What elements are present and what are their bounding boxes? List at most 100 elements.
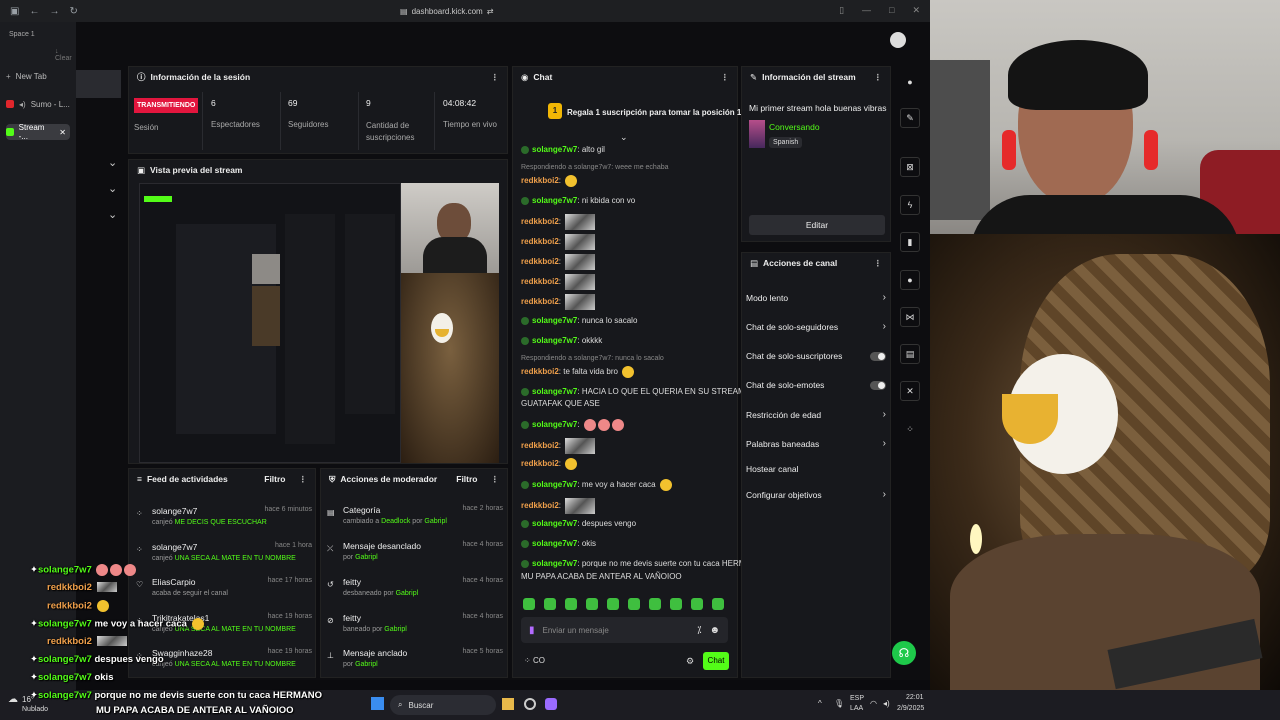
avatar[interactable] [890, 32, 906, 48]
clock-date[interactable]: 2/9/2025 [897, 705, 924, 712]
chevron-down-icon[interactable]: ⌄ [108, 156, 117, 169]
emote-icon [544, 598, 556, 610]
mod-actions-panel: ⛨ Acciones de moderador Filtro ⋮ [320, 468, 508, 678]
goals-action[interactable]: Configurar objetivos › [746, 489, 886, 500]
emoji-icon[interactable]: ☻ [709, 625, 720, 636]
app-icon[interactable] [524, 698, 536, 710]
extensions-icon[interactable]: ▯ [839, 5, 844, 16]
emotes-only-action[interactable]: Chat de solo-emotes [746, 380, 886, 390]
lang-bottom[interactable]: LAA [850, 705, 863, 712]
forward-icon[interactable]: → [49, 6, 59, 17]
chevron-down-icon[interactable]: ⌄ [108, 182, 117, 195]
maximize-icon[interactable]: □ [889, 5, 894, 16]
extensions-icon[interactable]: ⁘ [900, 419, 920, 439]
list-item: ⊥ Mensaje anclado por Gabripl hace 5 hor… [327, 648, 503, 668]
chat-message-continued: GUATAFAK QUE ASE [521, 399, 600, 408]
tray-expand-icon[interactable]: ^ [818, 699, 822, 708]
ban-tool-icon[interactable]: ⊠ [900, 157, 920, 177]
sidebar-toggle-icon[interactable]: ▣ [10, 6, 19, 17]
windows-start-icon[interactable] [371, 697, 384, 710]
tools-icon[interactable]: ✕ [900, 381, 920, 401]
channel-points[interactable]: ⁘ CO [524, 656, 545, 665]
category-name[interactable]: Conversando [769, 122, 820, 132]
badge-icon [521, 196, 529, 205]
chat-message: redkkboi2: [521, 274, 596, 290]
close-window-icon[interactable]: ✕ [912, 5, 920, 16]
emote-icon [565, 598, 577, 610]
unban-icon: ↺ [327, 580, 334, 589]
list-item: ⁘ solange7w7 canjeó UNA SECA AL MATE EN … [136, 542, 312, 562]
quick-emote-bar[interactable] [523, 598, 733, 613]
volume-icon[interactable]: ◂) [883, 699, 890, 708]
slow-mode-action[interactable]: Modo lento › [746, 292, 886, 303]
chat-input[interactable]: ▮ Enviar un mensaje ⁒ ☻ [521, 617, 728, 643]
gif-emote [96, 582, 117, 593]
headphones [1002, 130, 1016, 170]
lightning-icon[interactable]: ϟ [900, 195, 920, 215]
edit-stream-button[interactable]: Editar [749, 215, 885, 235]
file-explorer-icon[interactable] [502, 698, 514, 710]
more-options-icon[interactable]: ⋮ [299, 474, 308, 485]
address-bar[interactable]: ▤ dashboard.kick.com ⇄ [400, 4, 500, 18]
chevron-down-icon[interactable]: ⌄ [108, 208, 117, 221]
close-tab-icon[interactable]: ✕ [59, 128, 66, 137]
followers-only-action[interactable]: Chat de solo-seguidores › [746, 321, 886, 332]
chat-message: redkkboi2: [521, 498, 596, 514]
tab-sumo[interactable]: ◂) Sumo - L... [6, 96, 70, 112]
search-icon: ⌕ [398, 700, 403, 709]
layout-icon[interactable]: ▤ [900, 344, 920, 364]
browser-app-icon[interactable] [545, 698, 557, 710]
overlay-chat-message-continued: MU PAPA ACABA DE ANTEAR AL VAÑOIOO [96, 705, 294, 716]
more-options-icon[interactable]: ⋮ [721, 72, 730, 83]
minimize-icon[interactable]: — [862, 5, 871, 16]
edit-icon[interactable]: ✎ [900, 108, 920, 128]
help-button[interactable]: ☊ [892, 641, 916, 665]
mic-icon[interactable]: 🎙 [834, 699, 844, 708]
more-options-icon[interactable]: ⋮ [491, 474, 500, 485]
taskbar-search[interactable]: ⌕ Buscar [390, 695, 496, 715]
chat-header: ◉ Chat ⋮ [521, 71, 730, 83]
clock-time[interactable]: 22:01 [906, 694, 924, 701]
weather-icon: ☁ [8, 694, 18, 705]
banned-words-action[interactable]: Palabras baneadas › [746, 438, 886, 449]
emote-icon [523, 598, 535, 610]
send-chat-button[interactable]: Chat [703, 652, 729, 670]
emote-icon [628, 598, 640, 610]
chat-input-placeholder: Enviar un mensaje [542, 625, 609, 635]
more-options-icon[interactable]: ⋮ [874, 258, 883, 269]
audio-icon: ◂) [19, 99, 26, 109]
new-tab-button[interactable]: + New Tab [6, 68, 70, 84]
reload-icon[interactable]: ↻ [69, 6, 77, 17]
pinned-toggle-icon[interactable]: ⌄ [620, 132, 628, 143]
person-shirt [970, 195, 1240, 234]
tab-stream[interactable]: Stream -... ✕ [6, 123, 70, 141]
info-icon[interactable]: ● [900, 72, 920, 92]
gif-emote [565, 294, 596, 310]
sub-goal-text[interactable]: Regala 1 suscripción para tomar la posic… [567, 108, 741, 117]
clipboard-icon[interactable]: ▮ [900, 232, 920, 252]
more-options-icon[interactable]: ⋮ [491, 72, 500, 83]
host-channel-action[interactable]: Hostear canal [746, 464, 886, 474]
more-options-icon[interactable]: ⋮ [874, 72, 883, 83]
split-icon[interactable]: ⋈ [900, 307, 920, 327]
feed-filter-button[interactable]: Filtro [264, 474, 285, 484]
clear-tabs-button[interactable]: ↓ Clear [55, 48, 76, 62]
emotes-only-toggle[interactable] [870, 380, 886, 390]
subscribers-only-toggle[interactable] [870, 351, 886, 361]
age-restriction-action[interactable]: Restricción de edad › [746, 409, 886, 420]
mod-filter-button[interactable]: Filtro [456, 474, 477, 484]
chat-bubble-icon[interactable]: ● [900, 270, 920, 290]
url-options-icon[interactable]: ⇄ [487, 7, 494, 16]
chat-settings-icon[interactable]: ⚙ [686, 656, 694, 667]
commands-icon[interactable]: ⁒ [697, 625, 702, 636]
back-icon[interactable]: ← [29, 6, 39, 17]
lighter-flame [970, 524, 982, 554]
preview-header: ▣ Vista previa del stream [137, 164, 243, 176]
wifi-icon[interactable]: ◠ [870, 699, 877, 708]
browser-toolbar: ▣ ← → ↻ ▤ dashboard.kick.com ⇄ ▯ — □ ✕ [0, 0, 930, 22]
channel-actions-header: ▤ Acciones de canal ⋮ [750, 257, 883, 269]
lang-top[interactable]: ESP [850, 695, 864, 702]
emote-icon [583, 419, 596, 431]
subscribers-only-action[interactable]: Chat de solo-suscriptores [746, 351, 886, 361]
emote-icon [622, 366, 635, 378]
